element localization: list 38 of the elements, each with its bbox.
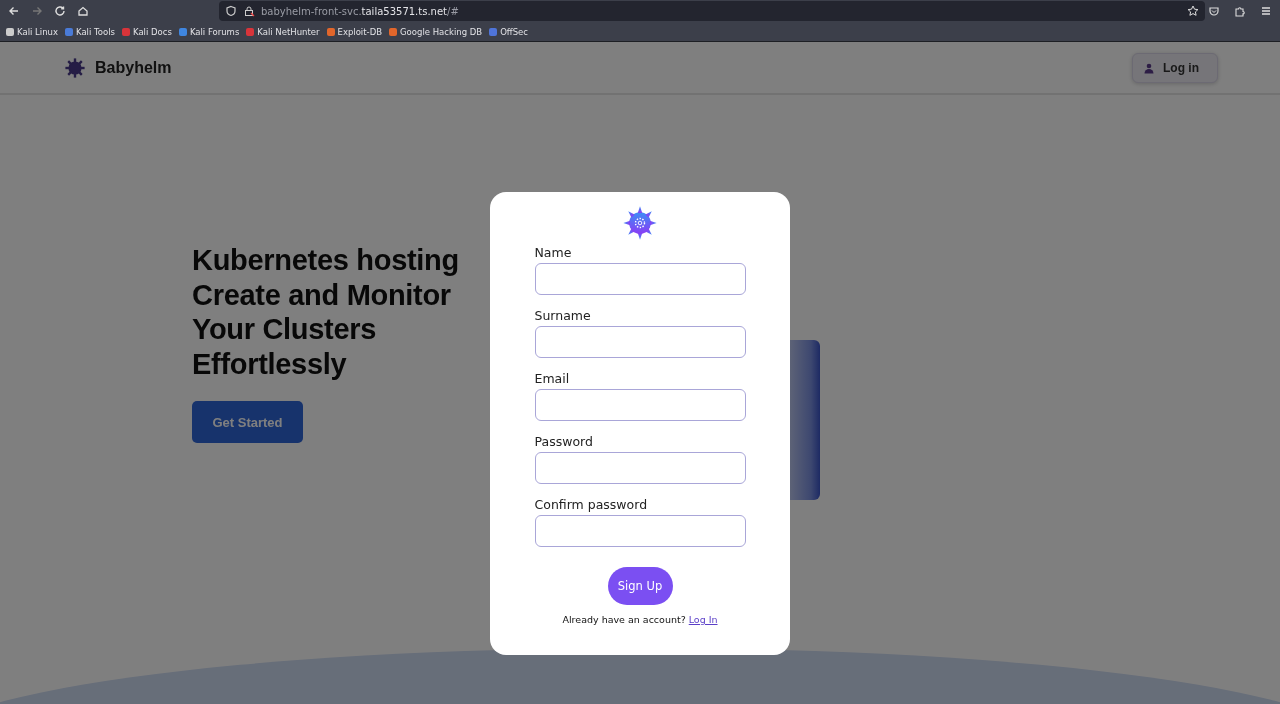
helm-wheel-icon <box>63 55 87 80</box>
input-field[interactable] <box>534 515 746 547</box>
login-link[interactable]: Log In <box>688 614 718 625</box>
input-field[interactable] <box>534 389 746 421</box>
bookmark-link[interactable]: Kali Forums <box>178 27 240 37</box>
puzzle-icon[interactable] <box>1234 5 1246 17</box>
input-field[interactable] <box>534 452 746 484</box>
shield-icon[interactable] <box>225 5 237 17</box>
field-label: Password <box>534 434 594 449</box>
bookmark-link[interactable]: Kali Docs <box>121 27 172 37</box>
url-text: babyhelm-front-svc.taila53571.ts.net/# <box>261 5 460 17</box>
brand-name: Babyhelm <box>95 58 172 77</box>
bookmark-link[interactable]: Exploit-DB <box>326 27 382 37</box>
input-field[interactable] <box>534 263 746 295</box>
bookmark-link[interactable]: OffSec <box>489 27 528 37</box>
field-label: Name <box>534 245 573 260</box>
field-label: Surname <box>534 308 592 323</box>
bookmark-link[interactable]: Google Hacking DB <box>389 27 483 37</box>
address-bar[interactable]: babyhelm-front-svc.taila53571.ts.net/# <box>219 1 1205 21</box>
bookmark-link[interactable]: Kali Tools <box>64 27 115 37</box>
reload-icon[interactable] <box>54 5 66 17</box>
star-icon[interactable] <box>1187 5 1199 17</box>
input-field[interactable] <box>534 326 746 358</box>
account-prompt: Already have an account? <box>562 614 686 625</box>
sign-up-button[interactable]: Sign Up <box>607 567 673 605</box>
menu-icon[interactable] <box>1260 5 1272 17</box>
login-button[interactable]: Log in <box>1132 52 1218 83</box>
user-icon <box>1143 61 1155 74</box>
hero-headline: Kubernetes hosting Create and Monitor Your Clusters Effortlessly <box>192 243 459 381</box>
home-icon[interactable] <box>77 5 89 17</box>
bookmark-link[interactable]: Kali Linux <box>6 27 58 37</box>
bookmark-link[interactable]: Kali NetHunter <box>246 27 320 37</box>
lock-icon[interactable] <box>243 5 255 17</box>
pocket-icon[interactable] <box>1208 5 1220 17</box>
back-icon[interactable] <box>8 5 20 17</box>
field-label: Email <box>534 371 571 386</box>
field-label: Confirm password <box>534 497 649 512</box>
helm-wheel-icon <box>622 205 658 241</box>
